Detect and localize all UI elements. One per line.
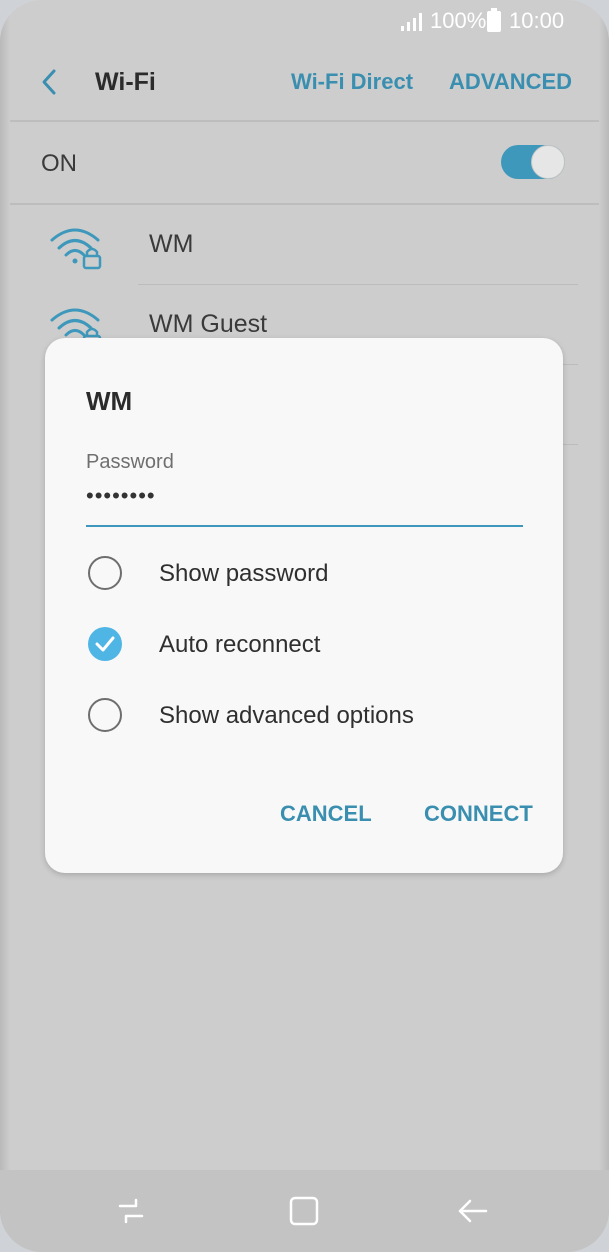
battery-icon (487, 8, 501, 32)
appbar-divider (10, 120, 599, 122)
option-label: Show advanced options (159, 702, 414, 729)
wifi-master-switch-row[interactable]: ON (10, 123, 599, 203)
show-advanced-options-checkbox[interactable] (88, 698, 122, 732)
connect-button[interactable]: CONNECT (424, 801, 533, 827)
screen-edge-right (599, 0, 609, 1252)
navigation-bar (0, 1170, 609, 1252)
password-label: Password (86, 451, 174, 473)
clock: 10:00 (509, 8, 565, 33)
screen-edge-left (0, 0, 10, 1252)
network-item[interactable]: WM (10, 206, 599, 286)
show-password-checkbox[interactable] (88, 556, 122, 590)
back-arrow-icon[interactable] (36, 64, 64, 100)
network-separator (138, 284, 578, 285)
recents-icon[interactable] (114, 1194, 148, 1228)
signal-icon (401, 13, 422, 31)
wifi-direct-button[interactable]: Wi-Fi Direct (291, 69, 413, 95)
home-icon[interactable] (287, 1194, 321, 1228)
show-password-option[interactable]: Show password (86, 548, 546, 598)
app-bar: Wi-Fi Wi-Fi Direct ADVANCED (10, 44, 599, 120)
battery-percent: 100% (430, 8, 487, 33)
auto-reconnect-option[interactable]: Auto reconnect (86, 619, 546, 669)
status-bar: 100% 10:00 (0, 0, 609, 44)
option-label: Show password (159, 560, 329, 587)
network-name: WM (149, 230, 194, 258)
back-icon[interactable] (456, 1194, 490, 1228)
wifi-lock-icon (50, 228, 102, 270)
auto-reconnect-checkbox[interactable] (88, 627, 122, 661)
password-input[interactable]: •••••••• (86, 483, 156, 509)
wifi-password-dialog: WM Password •••••••• Show password Auto … (45, 338, 563, 873)
checkmark-icon (95, 636, 115, 652)
page-title: Wi-Fi (95, 68, 156, 96)
phone-screen: 100% 10:00 Wi-Fi Wi-Fi Direct ADVANCED O… (0, 0, 609, 1252)
show-advanced-options-option[interactable]: Show advanced options (86, 690, 546, 740)
switch-divider (10, 203, 599, 205)
password-underline (86, 525, 523, 527)
toggle-knob (531, 145, 565, 179)
cancel-button[interactable]: CANCEL (280, 801, 372, 827)
switch-label: ON (41, 150, 77, 177)
wifi-toggle[interactable] (501, 145, 565, 179)
option-label: Auto reconnect (159, 631, 321, 658)
dialog-title: WM (86, 386, 133, 416)
advanced-button[interactable]: ADVANCED (449, 69, 572, 95)
network-name: WM Guest (149, 310, 268, 338)
